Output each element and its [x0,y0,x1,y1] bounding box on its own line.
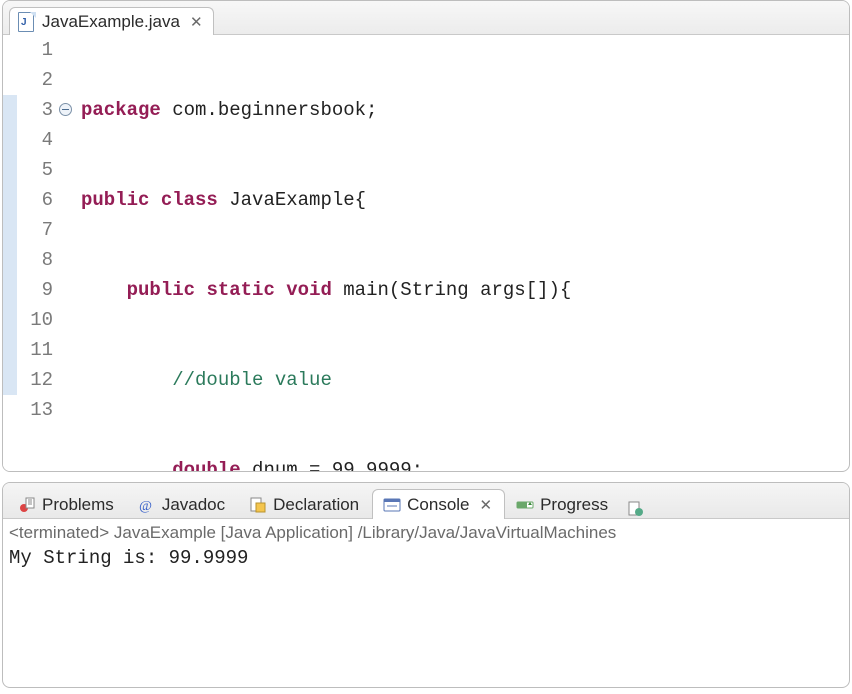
problems-icon [18,496,36,514]
code-line[interactable]: //double value [77,365,849,395]
line-number: 11 [17,335,53,365]
editor-body[interactable]: 1 2 3 4 5 6 7 8 9 10 11 12 13 package co… [3,35,849,471]
tab-progress[interactable]: Progress [505,489,621,519]
line-number: 2 [17,65,53,95]
console-meta: <terminated> JavaExample [Java Applicati… [9,521,843,545]
tab-label: Progress [540,495,608,515]
editor-tab-label: JavaExample.java [42,12,180,32]
declaration-icon [249,496,267,514]
annotation-ruler [3,35,17,471]
line-number: 10 [17,305,53,335]
console-output-line: My String is: 99.9999 [9,545,843,569]
line-number: 4 [17,125,53,155]
console-icon [383,496,401,514]
fold-gutter [59,35,77,471]
bottom-panel: Problems @ Javadoc Declaration Console ✕ [2,482,850,688]
code-line[interactable]: public static void main(String args[]){ [77,275,849,305]
close-icon[interactable]: ✕ [190,13,203,31]
tab-label: Javadoc [162,495,225,515]
bottom-tabstrip: Problems @ Javadoc Declaration Console ✕ [3,483,849,519]
java-file-icon: J [18,12,36,32]
tab-label: Console [407,495,469,515]
tab-console[interactable]: Console ✕ [372,489,505,519]
tab-label: Declaration [273,495,359,515]
line-number: 7 [17,215,53,245]
svg-text:@: @ [139,499,152,514]
line-number: 5 [17,155,53,185]
line-number: 1 [17,35,53,65]
console-body: <terminated> JavaExample [Java Applicati… [3,519,849,573]
line-number-gutter: 1 2 3 4 5 6 7 8 9 10 11 12 13 [17,35,59,471]
line-number: 13 [17,395,53,425]
code-line[interactable]: public class JavaExample{ [77,185,849,215]
line-number: 3 [17,95,53,125]
editor-tab-javaexample[interactable]: J JavaExample.java ✕ [9,7,214,35]
tab-declaration[interactable]: Declaration [238,489,372,519]
tab-label: Problems [42,495,114,515]
line-number: 8 [17,245,53,275]
line-number: 12 [17,365,53,395]
javadoc-icon: @ [138,496,156,514]
editor-panel: J JavaExample.java ✕ 1 2 3 [2,0,850,472]
pin-icon[interactable] [627,500,645,518]
tab-javadoc[interactable]: @ Javadoc [127,489,238,519]
close-icon[interactable]: ✕ [480,496,493,514]
line-number: 6 [17,185,53,215]
code-line[interactable]: double dnum = 99.9999; [77,455,849,472]
tab-problems[interactable]: Problems [7,489,127,519]
line-number: 9 [17,275,53,305]
code-area[interactable]: package com.beginnersbook; public class … [77,35,849,471]
progress-icon [516,496,534,514]
fold-toggle-icon[interactable] [59,103,72,116]
code-line[interactable]: package com.beginnersbook; [77,95,849,125]
editor-tabstrip: J JavaExample.java ✕ [3,1,849,35]
